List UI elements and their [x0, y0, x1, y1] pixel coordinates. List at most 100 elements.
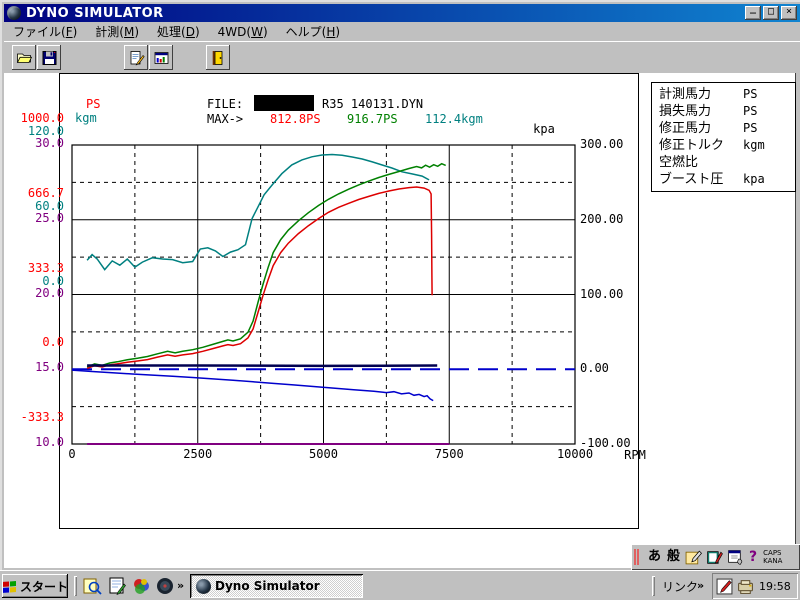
quicklaunch-colors-icon[interactable] [131, 577, 151, 595]
caps-indicator: CAPS [763, 549, 782, 557]
clock: 19:58 [759, 579, 791, 593]
kana-indicator: KANA [763, 557, 783, 565]
quicklaunch-search-icon[interactable] [82, 577, 102, 595]
open-file-button[interactable] [12, 45, 36, 70]
app-window: DYNO SIMULATOR _ □ × ファイル(F) 計測(M) 処理(D) 4W… [0, 0, 800, 570]
legend-row: 修正トルク kgm [659, 137, 795, 154]
file-label: FILE: [207, 97, 244, 111]
legend-label: ブースト圧 [659, 172, 724, 187]
menu-item-help[interactable]: ヘルプ(H) [277, 22, 349, 41]
right-axis-tick: 100.00 [580, 286, 624, 301]
left-axis-tick: 30.0 [35, 136, 64, 150]
report-chart-icon [154, 51, 168, 64]
ime-input-mode-button[interactable]: あ [648, 545, 661, 569]
right-axis-tick: 200.00 [580, 211, 624, 226]
app-icon [7, 6, 21, 20]
system-tray: 19:58 [712, 573, 798, 599]
legend-label: 計測馬力 [659, 87, 712, 102]
legend-unit: PS [743, 87, 758, 101]
left-axis-tick: -333.3 [20, 410, 64, 424]
left-axis-tick: 666.7 [27, 185, 64, 200]
menu-item-process[interactable]: 処理(D) [148, 22, 209, 41]
taskbar: スタート » Dyno Simulator リンク » 19:58 [0, 570, 800, 600]
max-corrected-power: 916.7PS [347, 112, 398, 126]
legend-row: 損失馬力 PS [659, 103, 795, 120]
quicklaunch-notes-icon[interactable] [107, 577, 127, 595]
file-name: R35 140131.DYN [322, 97, 424, 111]
x-axis-tick: 7500 [434, 447, 464, 461]
ime-caps-kana-indicator: CAPS KANA [763, 549, 782, 565]
window-title: DYNO SIMULATOR [26, 5, 164, 21]
legend-unit: kpa [743, 172, 765, 186]
legend-unit: PS [743, 104, 758, 118]
floppy-save-icon [42, 50, 56, 65]
legend-row: 空燃比 [659, 154, 795, 171]
x-axis-tick: 0 [68, 447, 76, 461]
menu-item-measure[interactable]: 計測(M) [86, 22, 148, 41]
ime-properties-icon[interactable] [727, 549, 744, 566]
x-axis-tick: 5000 [309, 447, 338, 461]
kpa-axis-label: kpa [533, 122, 555, 136]
ime-conversion-mode-button[interactable]: 般 [667, 545, 680, 569]
ime-handle-icon[interactable] [634, 549, 641, 565]
kgm-axis-unit: kgm [75, 111, 97, 125]
left-axis-tick: 20.0 [35, 285, 64, 300]
left-axis-tick: 333.3 [27, 260, 64, 275]
save-file-button[interactable] [37, 45, 61, 70]
task-button-dyno-simulator[interactable]: Dyno Simulator [190, 574, 363, 598]
ime-pad-pen-icon[interactable] [685, 549, 703, 566]
exit-door-icon [212, 50, 222, 65]
task-button-label: Dyno Simulator [215, 579, 320, 593]
x-axis-tick: 2500 [183, 447, 213, 461]
menu-item-file[interactable]: ファイル(F) [4, 22, 86, 41]
ime-help-button[interactable]: ? [749, 549, 757, 565]
quicklaunch-gripper[interactable] [74, 576, 77, 596]
close-button[interactable]: × [781, 6, 797, 20]
left-axis-tick: 0.0 [42, 335, 64, 350]
legend-label: 修正馬力 [659, 121, 712, 136]
open-folder-icon [16, 53, 32, 63]
menu-item-fourwd[interactable]: 4WD(W) [209, 24, 277, 40]
ime-dictionary-icon[interactable] [706, 549, 723, 566]
left-axis-tick: 25.0 [35, 210, 64, 225]
legend-row: 修正馬力 PS [659, 120, 795, 137]
links-overflow-chevron[interactable]: » [697, 579, 704, 592]
legend-unit: PS [743, 121, 758, 135]
menu-bar: ファイル(F) 計測(M) 処理(D) 4WD(W) ヘルプ(H) [4, 23, 800, 40]
quicklaunch-overflow-chevron[interactable]: » [177, 579, 184, 592]
start-label: スタート [20, 579, 69, 594]
max-torque: 112.4kgm [425, 112, 483, 126]
max-measured-power: 812.8PS [270, 112, 321, 126]
title-bar: DYNO SIMULATOR _ □ × [4, 4, 800, 22]
maximize-button[interactable]: □ [763, 6, 779, 20]
legend-row: ブースト圧 kpa [659, 171, 795, 188]
legend-unit: kgm [743, 138, 765, 152]
legend-row: 計測馬力 PS [659, 86, 795, 103]
dyno-app-icon [196, 578, 211, 594]
right-axis-tick: 300.00 [580, 137, 624, 151]
x-axis-tick: 10000 [556, 447, 594, 461]
links-toolbar-label[interactable]: リンク [662, 578, 698, 595]
toolbar [4, 41, 800, 72]
file-owner-redacted-box [254, 95, 314, 111]
tray-device-icon[interactable] [737, 578, 754, 595]
max-label: MAX-> [207, 112, 244, 126]
tray-ime-pen-icon[interactable] [716, 578, 733, 595]
measure-button[interactable] [124, 45, 148, 70]
legend-label: 空燃比 [659, 155, 699, 170]
start-button[interactable]: スタート [2, 574, 68, 598]
links-gripper[interactable] [652, 576, 655, 596]
legend-label: 修正トルク [659, 138, 725, 153]
left-axis-tick: 15.0 [35, 360, 64, 375]
rpm-axis-label: RPM [624, 448, 646, 462]
minimize-button[interactable]: _ [745, 4, 761, 20]
legend-label: 損失馬力 [659, 104, 712, 119]
exit-button[interactable] [206, 45, 230, 70]
ime-toolbar: あ 般 ? CAPS KANA [631, 544, 800, 570]
quicklaunch-dyno-icon[interactable] [155, 577, 175, 595]
report-button[interactable] [149, 45, 173, 70]
right-axis-tick: 0.00 [580, 361, 609, 376]
measure-note-icon [130, 50, 145, 66]
windows-logo-icon [3, 580, 16, 593]
legend-box: 計測馬力 PS 損失馬力 PS 修正馬力 PS 修正トルク kgm 空燃比ブースト圧 kpa [651, 82, 796, 192]
